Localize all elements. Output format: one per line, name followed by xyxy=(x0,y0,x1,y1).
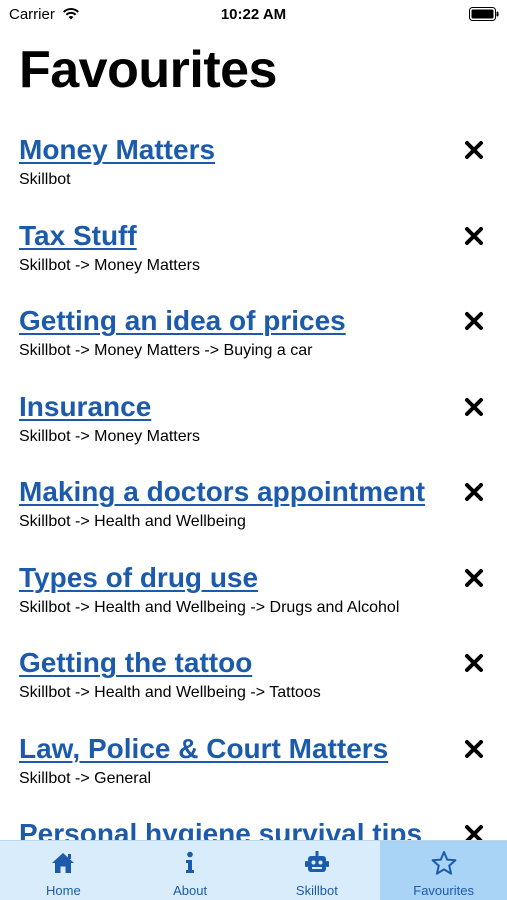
tab-about[interactable]: About xyxy=(127,841,254,900)
list-item: Getting an idea of prices Skillbot -> Mo… xyxy=(0,301,507,387)
list-item: Making a doctors appointment Skillbot ->… xyxy=(0,472,507,558)
favourite-link[interactable]: Types of drug use xyxy=(19,562,258,594)
info-icon xyxy=(186,851,195,873)
favourite-link[interactable]: Insurance xyxy=(19,391,151,423)
list-item: Tax Stuff Skillbot -> Money Matters xyxy=(0,216,507,302)
favourite-link[interactable]: Personal hygiene survival tips xyxy=(19,818,422,840)
list-item: Personal hygiene survival tips xyxy=(0,814,507,840)
tab-favourites[interactable]: Favourites xyxy=(380,841,507,900)
remove-icon[interactable] xyxy=(463,396,485,418)
tab-home[interactable]: Home xyxy=(0,841,127,900)
page-title: Favourites xyxy=(19,41,277,99)
tab-label: Home xyxy=(46,883,81,898)
favourite-link[interactable]: Getting the tattoo xyxy=(19,647,252,679)
status-bar: Carrier 10:22 AM xyxy=(0,0,507,28)
favourite-path: Skillbot -> General xyxy=(19,769,152,787)
list-item: Getting the tattoo Skillbot -> Health an… xyxy=(0,643,507,729)
remove-icon[interactable] xyxy=(463,567,485,589)
home-icon xyxy=(52,853,75,873)
favourite-path: Skillbot -> Health and Wellbeing -> Drug… xyxy=(19,598,400,616)
favourites-list[interactable]: Money Matters Skillbot Tax Stuff Skillbo… xyxy=(0,130,507,840)
remove-icon[interactable] xyxy=(463,310,485,332)
remove-icon[interactable] xyxy=(463,823,485,840)
favourite-link[interactable]: Tax Stuff xyxy=(19,220,137,252)
favourite-link[interactable]: Getting an idea of prices xyxy=(19,305,346,337)
favourite-link[interactable]: Law, Police & Court Matters xyxy=(19,733,388,765)
tab-label: Skillbot xyxy=(295,883,338,898)
remove-icon[interactable] xyxy=(463,225,485,247)
tab-label: About xyxy=(173,883,208,898)
favourite-path: Skillbot -> Money Matters xyxy=(19,256,200,274)
list-item: Money Matters Skillbot xyxy=(0,130,507,216)
favourite-path: Skillbot -> Health and Wellbeing -> Tatt… xyxy=(19,684,321,701)
remove-icon[interactable] xyxy=(463,652,485,674)
favourite-link[interactable]: Money Matters xyxy=(19,134,215,166)
list-item: Law, Police & Court Matters Skillbot -> … xyxy=(0,729,507,815)
list-item: Insurance Skillbot -> Money Matters xyxy=(0,387,507,473)
star-icon xyxy=(431,851,457,875)
tab-skillbot[interactable]: Skillbot xyxy=(254,841,381,900)
remove-icon[interactable] xyxy=(463,481,485,503)
status-time: 10:22 AM xyxy=(220,6,287,23)
robot-icon xyxy=(304,851,329,872)
remove-icon[interactable] xyxy=(463,738,485,760)
favourite-path: Skillbot -> Money Matters xyxy=(19,427,200,445)
favourite-path: Skillbot -> Health and Wellbeing xyxy=(19,513,246,530)
battery-icon xyxy=(469,7,499,21)
list-item: Types of drug use Skillbot -> Health and… xyxy=(0,558,507,644)
favourite-path: Skillbot -> Money Matters -> Buying a ca… xyxy=(19,342,313,359)
tab-bar: Home About Skillbot Favourites xyxy=(0,840,507,900)
remove-icon[interactable] xyxy=(463,139,485,161)
favourite-path: Skillbot xyxy=(19,171,71,188)
tab-label: Favourites xyxy=(413,883,474,898)
favourite-link[interactable]: Making a doctors appointment xyxy=(19,476,425,508)
